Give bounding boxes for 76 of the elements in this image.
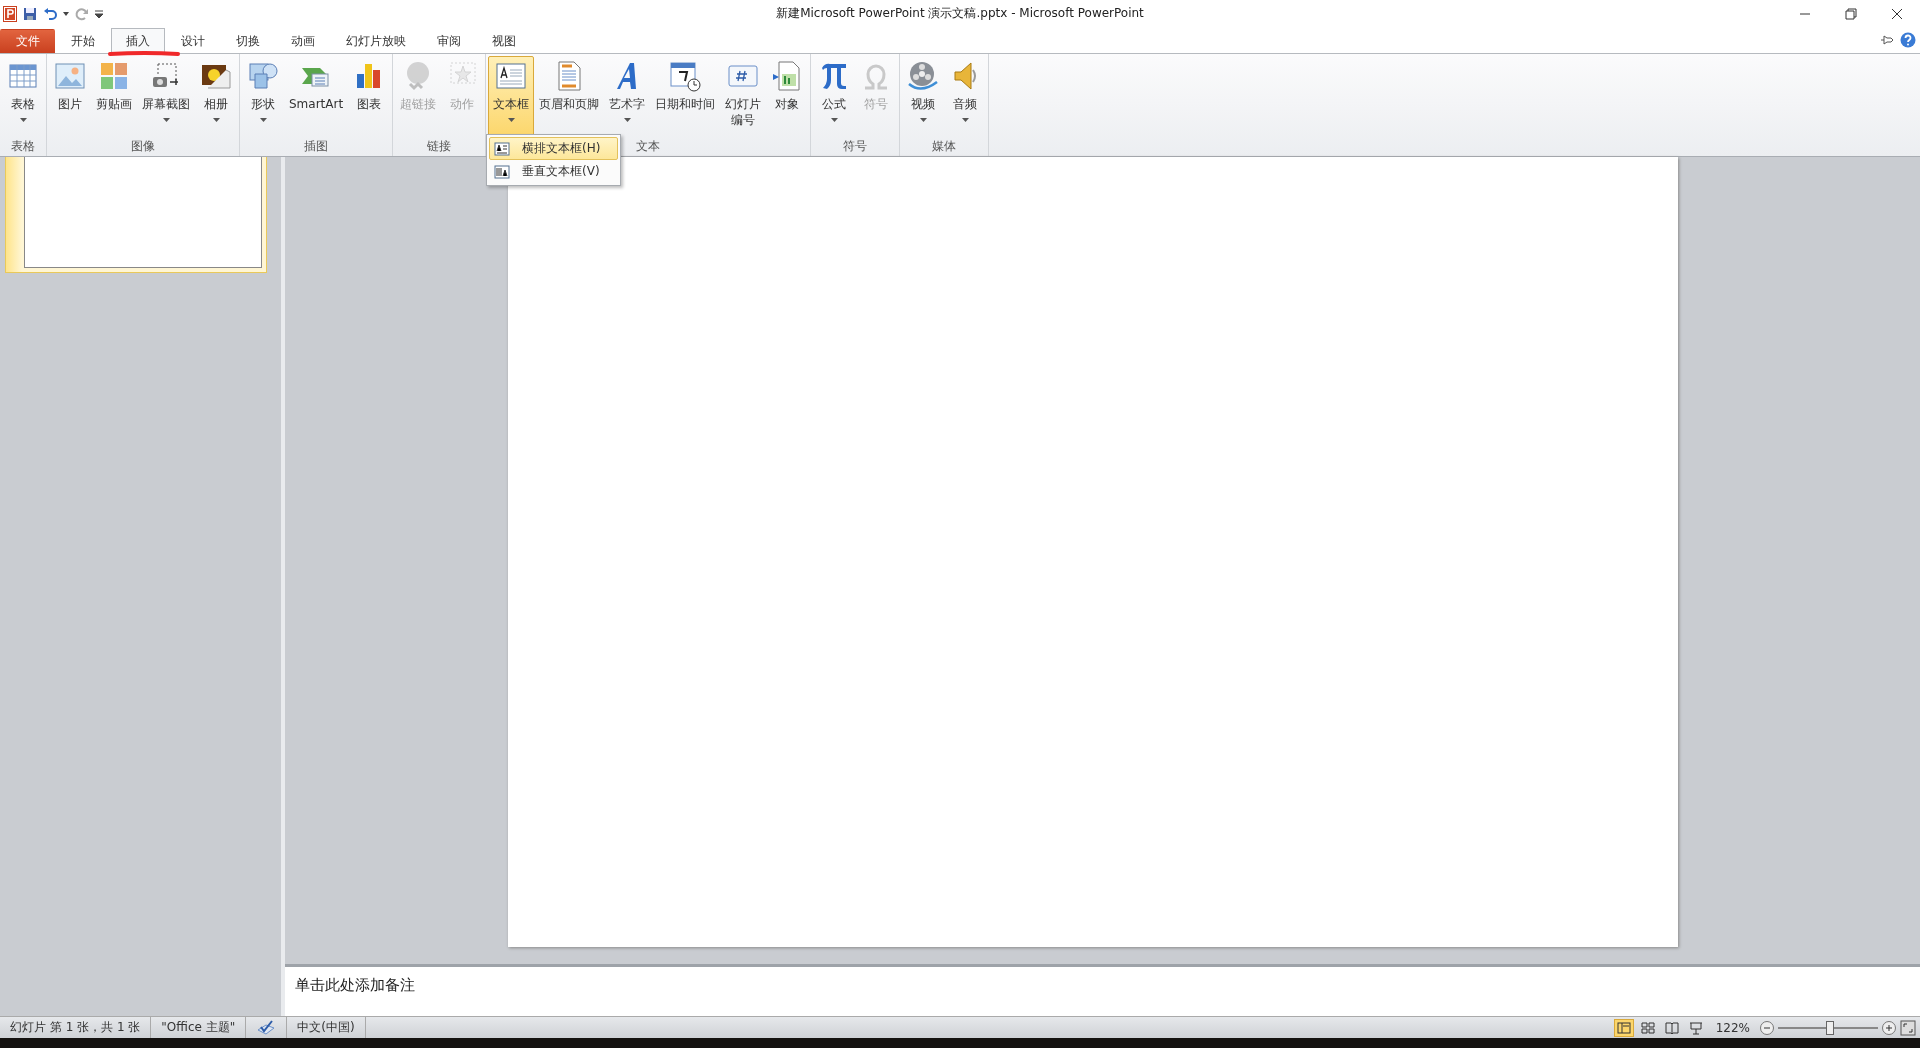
caret-icon <box>162 118 170 122</box>
customize-icon[interactable] <box>95 9 103 18</box>
caret-icon <box>212 118 220 122</box>
ribbon-button[interactable]: 相册 <box>195 56 237 138</box>
zoom-slider-thumb[interactable] <box>1826 1020 1834 1035</box>
sorter-view-icon <box>1640 1020 1655 1035</box>
ribbon-tab[interactable]: 视图 <box>477 29 531 53</box>
group-label: 插图 <box>304 139 329 153</box>
ribbon-tab[interactable]: 开始 <box>56 29 110 53</box>
caret-icon[interactable] <box>63 11 69 16</box>
fit-window-icon[interactable] <box>1900 1019 1916 1036</box>
save-icon[interactable] <box>23 6 37 21</box>
zoom-in-button[interactable] <box>1882 1020 1896 1035</box>
caret-icon <box>961 118 969 122</box>
group-label: 文本 <box>636 139 661 153</box>
show-view-icon <box>1688 1020 1703 1035</box>
ribbon-button[interactable]: 幻灯片编号 <box>720 56 767 138</box>
caret-icon <box>830 118 838 122</box>
ribbon-button[interactable]: 剪贴画 <box>91 56 137 138</box>
close-icon <box>1891 7 1903 20</box>
caret-icon <box>259 118 267 122</box>
caret-icon <box>623 118 631 122</box>
group-label: 图像 <box>131 139 155 153</box>
shapes-icon <box>247 60 279 92</box>
notes-field[interactable]: 单击此处添加备注 <box>295 975 1910 995</box>
ribbon-button[interactable]: 表格 <box>2 56 44 138</box>
group-label: 媒体 <box>932 139 957 153</box>
group-label: 符号 <box>843 139 868 153</box>
caret-icon <box>507 118 515 122</box>
normal-view-button[interactable] <box>1613 1018 1634 1037</box>
annotation-underline <box>108 51 180 56</box>
spelling-check-icon[interactable] <box>256 1019 277 1036</box>
ribbon-tab[interactable]: 动画 <box>276 29 330 53</box>
picture-icon <box>54 60 86 92</box>
group-label: 链接 <box>427 139 452 153</box>
menu-item[interactable]: 横排文本框(H) <box>489 137 618 160</box>
ribbon-button[interactable]: 公式 <box>813 56 856 138</box>
ribbon-button[interactable]: SmartArt <box>284 56 349 138</box>
window-title: 新建Microsoft PowerPoint 演示文稿.pptx - Microsoft PowerPoint <box>776 6 1144 20</box>
ribbon-button[interactable]: 视频 <box>902 56 945 138</box>
group-label: 表格 <box>11 139 35 153</box>
normal-view-icon <box>1616 1020 1631 1035</box>
help-icon[interactable] <box>1900 32 1916 48</box>
ribbon-tab[interactable]: 幻灯片放映 <box>331 29 421 53</box>
ribbon-button[interactable]: 音频 <box>944 56 987 138</box>
pin-icon[interactable] <box>1880 34 1894 46</box>
notes-pane[interactable]: 单击此处添加备注 <box>285 964 1920 1016</box>
clipart-icon <box>98 60 130 92</box>
ribbon-tab[interactable]: 文件 <box>0 29 55 53</box>
ribbon-tab[interactable]: 审阅 <box>422 29 476 53</box>
ribbon-button[interactable]: 对象 <box>766 56 809 138</box>
redo-icon[interactable] <box>75 6 89 21</box>
reading-view-icon <box>1664 1020 1679 1035</box>
restore-icon <box>1845 7 1857 20</box>
textbox-icon <box>495 60 528 92</box>
ribbon-tab[interactable]: 切换 <box>221 29 275 53</box>
undo-icon[interactable] <box>43 6 57 21</box>
vertical-textbox-icon <box>494 163 510 180</box>
ribbon-button[interactable]: 形状 <box>242 56 284 138</box>
video-icon <box>907 60 940 92</box>
ribbon-tab[interactable]: 设计 <box>166 29 220 53</box>
zoom-level[interactable]: 122% <box>1715 1020 1750 1035</box>
ribbon-button[interactable]: 图片 <box>49 56 91 138</box>
horizontal-textbox-icon <box>494 140 510 157</box>
ribbon-button[interactable]: 艺术字 <box>604 56 651 138</box>
app-logo-icon <box>3 5 17 22</box>
zoom-out-button[interactable] <box>1760 1020 1774 1035</box>
caret-icon <box>19 118 27 122</box>
ribbon-button[interactable]: 屏幕截图 <box>137 56 195 138</box>
menu-item[interactable]: 垂直文本框(V) <box>489 160 618 183</box>
datetime-icon <box>669 60 702 92</box>
ribbon-button[interactable]: 日期和时间 <box>650 56 721 138</box>
caret-icon <box>919 118 927 122</box>
ribbon-button[interactable]: 图表 <box>348 56 391 138</box>
ribbon-tab[interactable]: 插入 <box>111 28 165 54</box>
slide-thumbnail[interactable] <box>5 157 267 273</box>
